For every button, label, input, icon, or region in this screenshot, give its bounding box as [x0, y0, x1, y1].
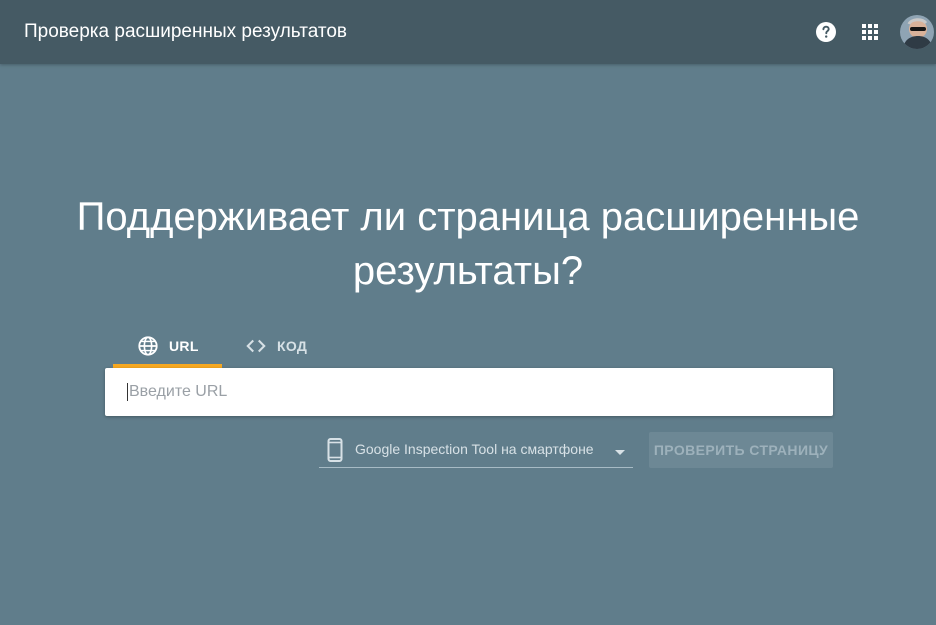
- dropdown-arrow-icon: [615, 450, 625, 455]
- help-icon[interactable]: [814, 20, 838, 44]
- tab-url[interactable]: URL: [113, 324, 222, 368]
- smartphone-icon: [327, 438, 343, 462]
- check-page-button[interactable]: ПРОВЕРИТЬ СТРАНИЦУ: [649, 432, 833, 468]
- headline-line-2: результаты?: [352, 249, 584, 293]
- device-select[interactable]: Google Inspection Tool на смартфоне: [319, 430, 633, 468]
- text-cursor: [127, 383, 128, 401]
- tab-url-label: URL: [169, 338, 199, 354]
- app-bar: Проверка расширенных результатов: [0, 0, 936, 64]
- headline-line-1: Поддерживает ли страница расширенные: [76, 195, 860, 239]
- tab-code-label: КОД: [277, 338, 308, 354]
- globe-icon: [138, 336, 158, 356]
- apps-grid-icon[interactable]: [858, 20, 882, 44]
- device-select-label: Google Inspection Tool на смартфоне: [355, 441, 594, 457]
- code-icon: [246, 339, 266, 353]
- user-avatar[interactable]: [900, 15, 934, 49]
- tab-code[interactable]: КОД: [235, 324, 335, 368]
- page-headline: Поддерживает ли страница расширенные рез…: [0, 190, 936, 298]
- url-input-container: [105, 368, 833, 416]
- url-input[interactable]: [105, 368, 833, 416]
- app-title: Проверка расширенных результатов: [24, 21, 348, 42]
